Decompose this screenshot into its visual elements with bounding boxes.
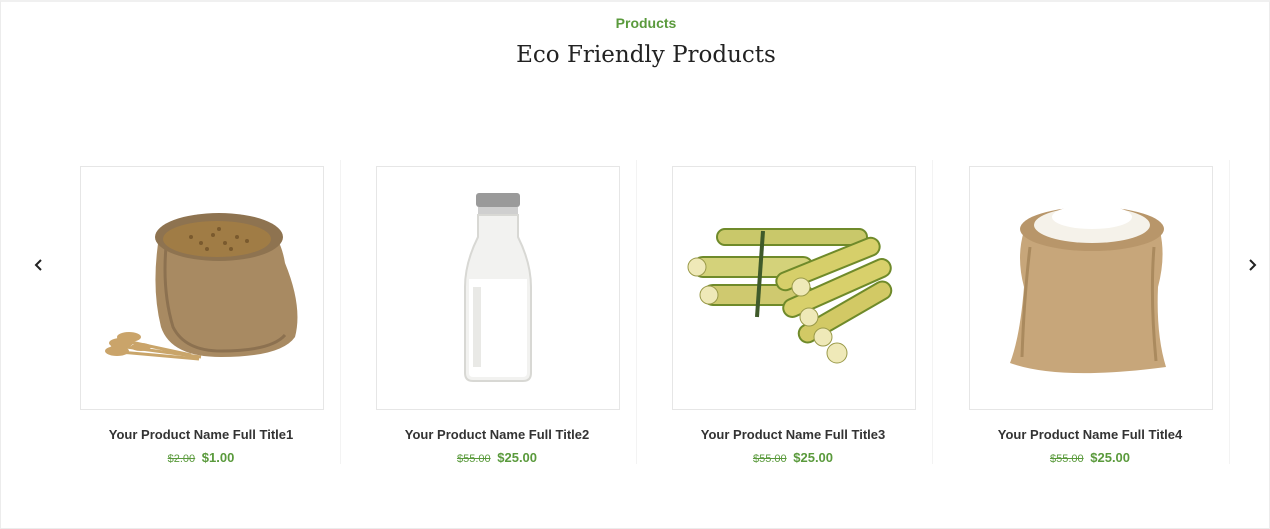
old-price: $2.00	[167, 453, 196, 465]
product-name[interactable]: Your Product Name Full Title2	[360, 427, 634, 442]
price: $25.00	[1090, 450, 1131, 465]
product-card[interactable]: Your Product Name Full Title4 $55.00 $25…	[953, 160, 1230, 465]
product-name[interactable]: Your Product Name Full Title3	[656, 427, 930, 442]
product-prices: $55.00 $25.00	[656, 450, 930, 465]
old-price: $55.00	[752, 453, 787, 465]
product-prices: $55.00 $25.00	[360, 450, 634, 465]
product-image-sugarcane-bundle[interactable]	[672, 166, 916, 410]
product-image-wheat-sack[interactable]	[80, 166, 324, 410]
chevron-right-icon	[1249, 259, 1257, 271]
price: $25.00	[497, 450, 538, 465]
product-card[interactable]: Your Product Name Full Title3 $55.00 $25…	[656, 160, 933, 465]
product-prices: $55.00 $25.00	[953, 450, 1227, 465]
section-title: Eco Friendly Products	[516, 42, 776, 68]
milk-bottle-image	[464, 193, 532, 382]
product-image-milk-bottle[interactable]	[376, 166, 620, 410]
product-name[interactable]: Your Product Name Full Title1	[64, 427, 338, 442]
product-prices: $2.00 $1.00	[64, 450, 338, 465]
product-card[interactable]: Your Product Name Full Title2 $55.00 $25…	[360, 160, 637, 465]
rice-sack-image	[1010, 205, 1166, 374]
carousel-prev-button[interactable]	[26, 252, 52, 278]
wheat-sack-image	[105, 213, 298, 361]
old-price: $55.00	[1049, 453, 1084, 465]
product-image-rice-sack[interactable]	[969, 166, 1213, 410]
chevron-left-icon	[34, 259, 42, 271]
section-eyebrow: Products	[615, 15, 677, 31]
carousel-next-button[interactable]	[1239, 252, 1265, 278]
sugarcane-bundle-image	[687, 228, 893, 364]
price: $25.00	[793, 450, 834, 465]
product-name[interactable]: Your Product Name Full Title4	[953, 427, 1227, 442]
product-card[interactable]: Your Product Name Full Title1 $2.00 $1.0…	[64, 160, 341, 465]
price: $1.00	[201, 450, 235, 465]
old-price: $55.00	[456, 453, 491, 465]
